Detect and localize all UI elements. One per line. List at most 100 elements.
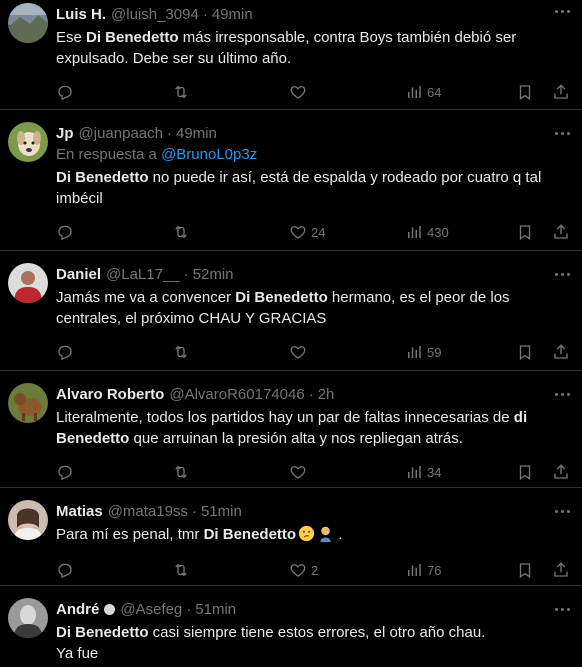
separator-dot: ·: [183, 265, 189, 283]
retweet-button[interactable]: [172, 221, 190, 243]
like-button[interactable]: 24: [289, 221, 325, 243]
avatar[interactable]: [8, 598, 48, 638]
author-handle[interactable]: @Asefeg: [120, 601, 182, 618]
author-name[interactable]: Jp: [56, 125, 74, 142]
reply-icon: [58, 225, 72, 241]
reply-button[interactable]: [56, 81, 74, 103]
tweet-header: Matias @mata19ss · 51min: [56, 500, 570, 522]
reply-button[interactable]: [56, 341, 74, 363]
like-icon: [290, 564, 306, 577]
like-button[interactable]: 2: [289, 559, 318, 581]
retweet-button[interactable]: [172, 461, 190, 483]
views-icon: [408, 346, 421, 358]
share-button[interactable]: [552, 341, 570, 363]
author-handle[interactable]: @luish_3094: [111, 6, 199, 23]
timestamp[interactable]: 51min: [195, 601, 236, 618]
like-count: 2: [311, 562, 319, 578]
tweet-text: Ese Di Benedetto más irresponsable, cont…: [56, 27, 570, 69]
tweet-luis[interactable]: Luis H. @luish_3094 · 49min Ese Di Bened…: [0, 0, 582, 110]
views-icon: [408, 466, 421, 478]
views-icon: [408, 564, 421, 576]
like-button[interactable]: [289, 461, 311, 483]
avatar[interactable]: [8, 500, 48, 540]
like-button[interactable]: [289, 81, 311, 103]
author-handle[interactable]: @juanpaach: [79, 125, 163, 142]
tweet-actions: 59: [56, 341, 570, 363]
view-count: 59: [427, 344, 442, 360]
avatar[interactable]: [8, 263, 48, 303]
author-handle[interactable]: @LaL17__: [106, 266, 180, 283]
retweet-icon: [175, 563, 187, 577]
reply-button[interactable]: [56, 461, 74, 483]
more-icon[interactable]: [555, 598, 570, 620]
more-icon[interactable]: [555, 122, 570, 144]
tweet-header: Alvaro Roberto @AlvaroR60174046 · 2h: [56, 383, 570, 405]
author-name[interactable]: Daniel: [56, 266, 101, 283]
tweet-andre[interactable]: André @Asefeg · 51min Di Benedetto casi …: [0, 586, 582, 667]
bookmark-button[interactable]: [516, 221, 534, 243]
avatar[interactable]: [8, 122, 48, 162]
views-button[interactable]: 64: [405, 81, 441, 103]
tweet-actions: 2 76: [56, 559, 570, 581]
tweet-text: Di Benedetto no puede ir así, está de es…: [56, 167, 570, 209]
reply-button[interactable]: [56, 221, 74, 243]
reply-mention[interactable]: @BrunoL0p3z: [161, 146, 257, 163]
bookmark-icon: [519, 465, 531, 481]
more-icon[interactable]: [555, 0, 570, 22]
retweet-icon: [175, 345, 187, 359]
author-name[interactable]: Luis H.: [56, 6, 106, 23]
bookmark-button[interactable]: [516, 81, 534, 103]
avatar[interactable]: [8, 383, 48, 423]
author-name[interactable]: Matias: [56, 503, 103, 520]
share-button[interactable]: [552, 559, 570, 581]
like-icon: [290, 226, 306, 239]
bookmark-button[interactable]: [516, 461, 534, 483]
bookmark-icon: [519, 225, 531, 241]
retweet-button[interactable]: [172, 341, 190, 363]
separator-dot: ·: [166, 124, 172, 142]
text-bold: Di Benedetto: [56, 624, 149, 641]
timestamp[interactable]: 52min: [193, 266, 234, 283]
text-bold: Di Benedetto: [203, 526, 297, 543]
retweet-button[interactable]: [172, 559, 190, 581]
author-handle[interactable]: @mata19ss: [108, 503, 188, 520]
views-button[interactable]: 76: [405, 559, 441, 581]
author-handle[interactable]: @AlvaroR60174046: [169, 386, 304, 403]
views-button[interactable]: 430: [405, 221, 449, 243]
text-segment: que arruinan la presión alta y nos repli…: [129, 430, 463, 447]
share-button[interactable]: [552, 81, 570, 103]
author-name[interactable]: André: [56, 601, 99, 618]
tweet-text: Di Benedetto casi siempre tiene estos er…: [56, 622, 570, 664]
share-button[interactable]: [552, 221, 570, 243]
facepalm-emoji-icon: [320, 526, 331, 542]
like-button[interactable]: [289, 341, 311, 363]
retweet-button[interactable]: [172, 81, 190, 103]
timestamp[interactable]: 51min: [201, 503, 242, 520]
text-bold: Di Benedetto: [86, 29, 179, 46]
tweet-matias[interactable]: Matias @mata19ss · 51min Para mí es pena…: [0, 488, 582, 586]
timestamp[interactable]: 49min: [212, 6, 253, 23]
tweet-daniel[interactable]: Daniel @LaL17__ · 52min Jamás me va a co…: [0, 251, 582, 371]
tweet-header: André @Asefeg · 51min: [56, 598, 570, 620]
views-button[interactable]: 59: [405, 341, 441, 363]
views-button[interactable]: 34: [405, 461, 441, 483]
more-icon[interactable]: [555, 500, 570, 522]
view-count: 34: [427, 464, 442, 480]
more-icon[interactable]: [555, 383, 570, 405]
reply-button[interactable]: [56, 559, 74, 581]
tweet-jp[interactable]: Jp @juanpaach · 49min En respuesta a @Br…: [0, 110, 582, 251]
author-name[interactable]: Alvaro Roberto: [56, 386, 164, 403]
bookmark-button[interactable]: [516, 559, 534, 581]
retweet-icon: [175, 225, 187, 239]
tweet-actions: 24 430: [56, 221, 570, 243]
views-icon: [408, 86, 421, 98]
share-button[interactable]: [552, 461, 570, 483]
bookmark-button[interactable]: [516, 341, 534, 363]
timestamp[interactable]: 49min: [176, 125, 217, 142]
more-icon[interactable]: [555, 263, 570, 285]
like-count: 24: [311, 224, 326, 240]
like-icon: [290, 86, 306, 99]
tweet-alvaro[interactable]: Alvaro Roberto @AlvaroR60174046 · 2h Lit…: [0, 371, 582, 488]
avatar[interactable]: [8, 3, 48, 43]
timestamp[interactable]: 2h: [318, 386, 335, 403]
